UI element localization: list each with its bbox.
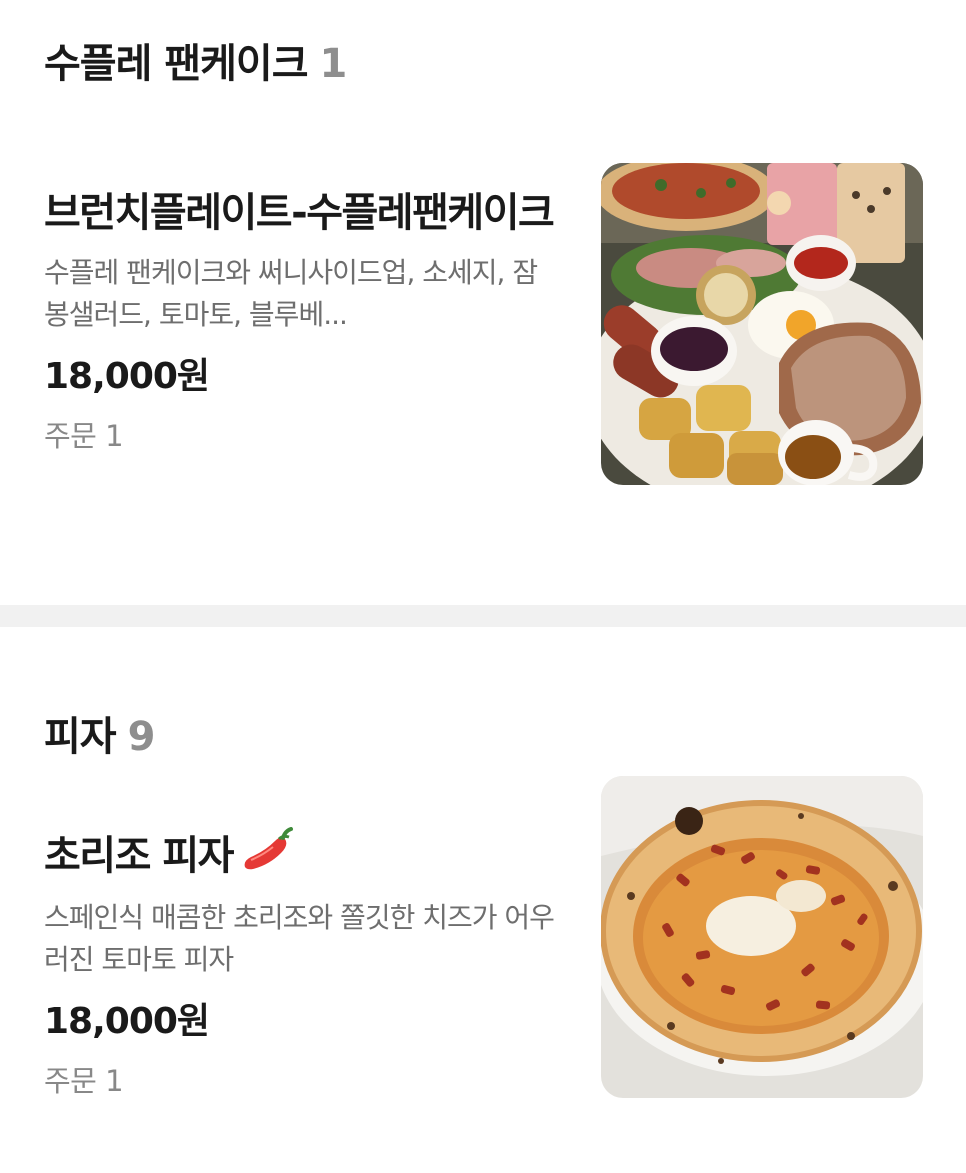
menu-section-souffle-pancake: 수플레 팬케이크 1 브런치플레이트-수플레팬케이크 수플레 팬케이크와 써니사이… xyxy=(0,0,966,605)
menu-item-chorizo-pizza[interactable]: 초리조 피자 스페인식 매콤한 초리조와 쫄깃한 치즈가 어우러진 토마토 피자… xyxy=(0,776,966,1147)
menu-item-order-count: 주문 1 xyxy=(44,1064,124,1098)
section-item-count: 1 xyxy=(319,41,348,87)
menu-item-brunch-plate[interactable]: 브런치플레이트-수플레팬케이크 수플레 팬케이크와 써니사이드업, 소세지, 잠… xyxy=(0,160,966,560)
menu-item-name: 초리조 피자 xyxy=(44,833,234,879)
menu-item-price: 18,000원 xyxy=(44,1001,210,1042)
section-title-text: 수플레 팬케이크 xyxy=(44,41,309,87)
section-title: 수플레 팬케이크 1 xyxy=(44,41,348,87)
chili-pepper-icon xyxy=(241,827,295,889)
section-title: 피자 9 xyxy=(44,714,156,760)
menu-item-image-chorizo-pizza[interactable] xyxy=(601,776,923,1098)
menu-item-order-count: 주문 1 xyxy=(44,419,124,453)
menu-item-description: 수플레 팬케이크와 써니사이드업, 소세지, 잠봉샐러드, 토마토, 블루베..… xyxy=(44,256,538,331)
menu-item-name: 브런치플레이트-수플레팬케이크 xyxy=(44,190,555,236)
section-title-text: 피자 xyxy=(44,714,117,760)
menu-item-price: 18,000원 xyxy=(44,356,210,397)
chorizo-pizza-photo xyxy=(601,776,923,1098)
menu-section-pizza: 피자 9 초리조 피자 스페인식 매콤한 초리조와 쫄깃한 치즈가 어우러진 토마… xyxy=(0,627,966,1173)
menu-item-image-brunch-plate[interactable] xyxy=(601,163,923,485)
menu-item-info: 초리조 피자 스페인식 매콤한 초리조와 쫄깃한 치즈가 어우러진 토마토 피자… xyxy=(44,825,555,1101)
section-divider xyxy=(0,605,966,627)
menu-item-description: 스페인식 매콤한 초리조와 쫄깃한 치즈가 어우러진 토마토 피자 xyxy=(44,901,555,976)
brunch-plate-photo xyxy=(601,163,923,485)
menu-item-info: 브런치플레이트-수플레팬케이크 수플레 팬케이크와 써니사이드업, 소세지, 잠… xyxy=(44,182,555,456)
section-item-count: 9 xyxy=(127,714,156,760)
menu-item-name-row: 초리조 피자 xyxy=(44,825,554,889)
